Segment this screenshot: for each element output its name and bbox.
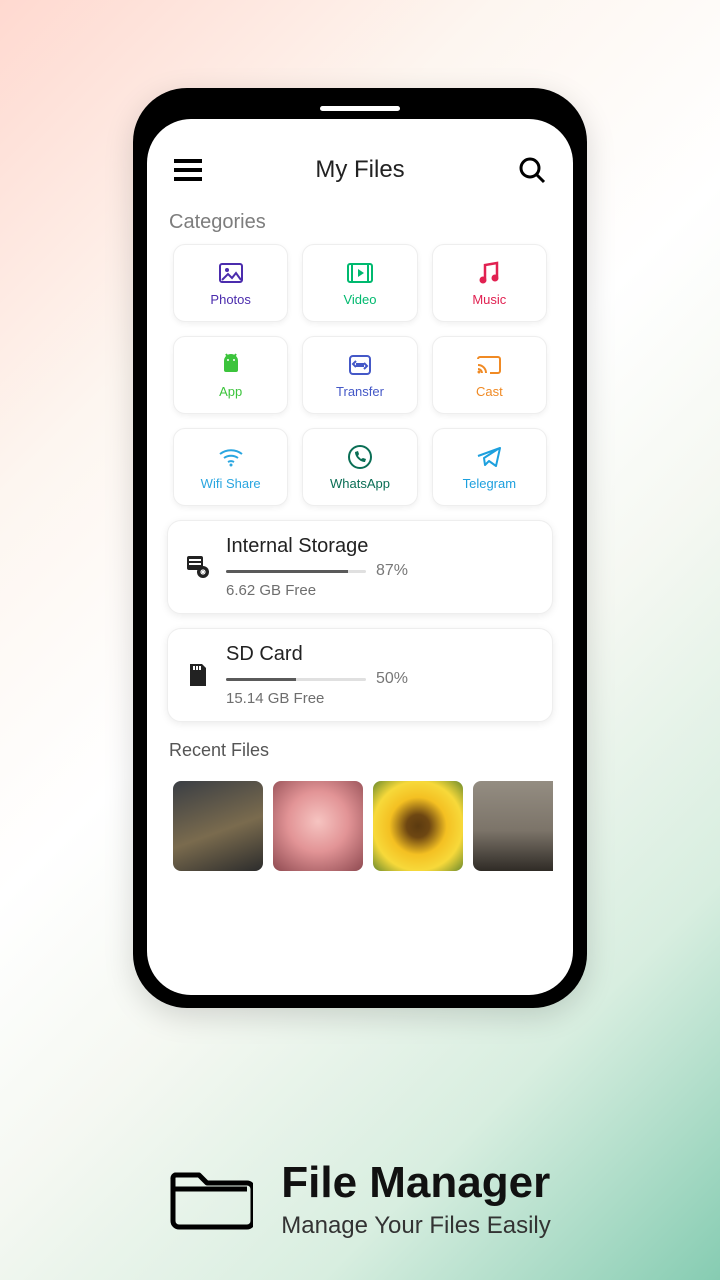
photo-icon — [218, 260, 244, 286]
category-label: Cast — [476, 384, 503, 399]
storage-usage: 87% — [226, 562, 536, 580]
promo-text: File Manager Manage Your Files Easily — [281, 1158, 550, 1240]
category-label: Telegram — [463, 476, 516, 491]
storage-internal[interactable]: Internal Storage 87% 6.62 GB Free — [167, 520, 553, 614]
storage-free: 6.62 GB Free — [226, 582, 536, 599]
menu-button[interactable] — [171, 153, 205, 187]
recent-file-thumb[interactable] — [173, 781, 263, 871]
category-photos[interactable]: Photos — [173, 244, 288, 322]
promo-title: File Manager — [281, 1158, 550, 1208]
app-screen: My Files Categories Photos Video Music A… — [147, 119, 573, 995]
search-button[interactable] — [515, 153, 549, 187]
category-cast[interactable]: Cast — [432, 336, 547, 414]
promo-footer: File Manager Manage Your Files Easily — [0, 1158, 720, 1240]
progress-bar — [226, 570, 366, 573]
category-label: Wifi Share — [201, 476, 261, 491]
search-icon — [518, 156, 546, 184]
storage-percent: 50% — [376, 670, 408, 688]
wifi-icon — [218, 444, 244, 470]
recent-file-thumb[interactable] — [473, 781, 553, 871]
category-telegram[interactable]: Telegram — [432, 428, 547, 506]
categories-heading: Categories — [169, 211, 551, 234]
recent-file-thumb[interactable] — [373, 781, 463, 871]
transfer-icon — [347, 352, 373, 378]
phone-notch — [320, 106, 400, 111]
recent-heading: Recent Files — [169, 740, 551, 761]
category-transfer[interactable]: Transfer — [302, 336, 417, 414]
storage-name: Internal Storage — [226, 535, 536, 558]
storage-percent: 87% — [376, 562, 408, 580]
promo-subtitle: Manage Your Files Easily — [281, 1212, 550, 1240]
recent-file-thumb[interactable] — [273, 781, 363, 871]
storage-body: Internal Storage 87% 6.62 GB Free — [226, 535, 536, 599]
page-title: My Files — [315, 156, 404, 184]
android-icon — [218, 352, 244, 378]
whatsapp-icon — [347, 444, 373, 470]
category-app[interactable]: App — [173, 336, 288, 414]
video-icon — [347, 260, 373, 286]
storage-free: 15.14 GB Free — [226, 690, 536, 707]
category-label: Photos — [210, 292, 250, 307]
category-label: Video — [343, 292, 376, 307]
progress-bar — [226, 678, 366, 681]
categories-grid: Photos Video Music App Transfer Cast — [167, 244, 553, 506]
category-label: App — [219, 384, 242, 399]
recent-files-row — [167, 781, 553, 871]
category-label: Transfer — [336, 384, 384, 399]
storage-sdcard[interactable]: SD Card 50% 15.14 GB Free — [167, 628, 553, 722]
category-video[interactable]: Video — [302, 244, 417, 322]
category-music[interactable]: Music — [432, 244, 547, 322]
telegram-icon — [476, 444, 502, 470]
category-whatsapp[interactable]: WhatsApp — [302, 428, 417, 506]
storage-usage: 50% — [226, 670, 536, 688]
cast-icon — [476, 352, 502, 378]
category-wifi-share[interactable]: Wifi Share — [173, 428, 288, 506]
phone-frame: My Files Categories Photos Video Music A… — [133, 88, 587, 1008]
app-header: My Files — [167, 153, 553, 197]
internal-storage-icon — [184, 554, 212, 580]
storage-name: SD Card — [226, 643, 536, 666]
music-icon — [476, 260, 502, 286]
folder-icon — [169, 1163, 253, 1236]
category-label: Music — [472, 292, 506, 307]
category-label: WhatsApp — [330, 476, 390, 491]
sdcard-icon — [184, 662, 212, 688]
storage-body: SD Card 50% 15.14 GB Free — [226, 643, 536, 707]
hamburger-icon — [174, 159, 202, 181]
